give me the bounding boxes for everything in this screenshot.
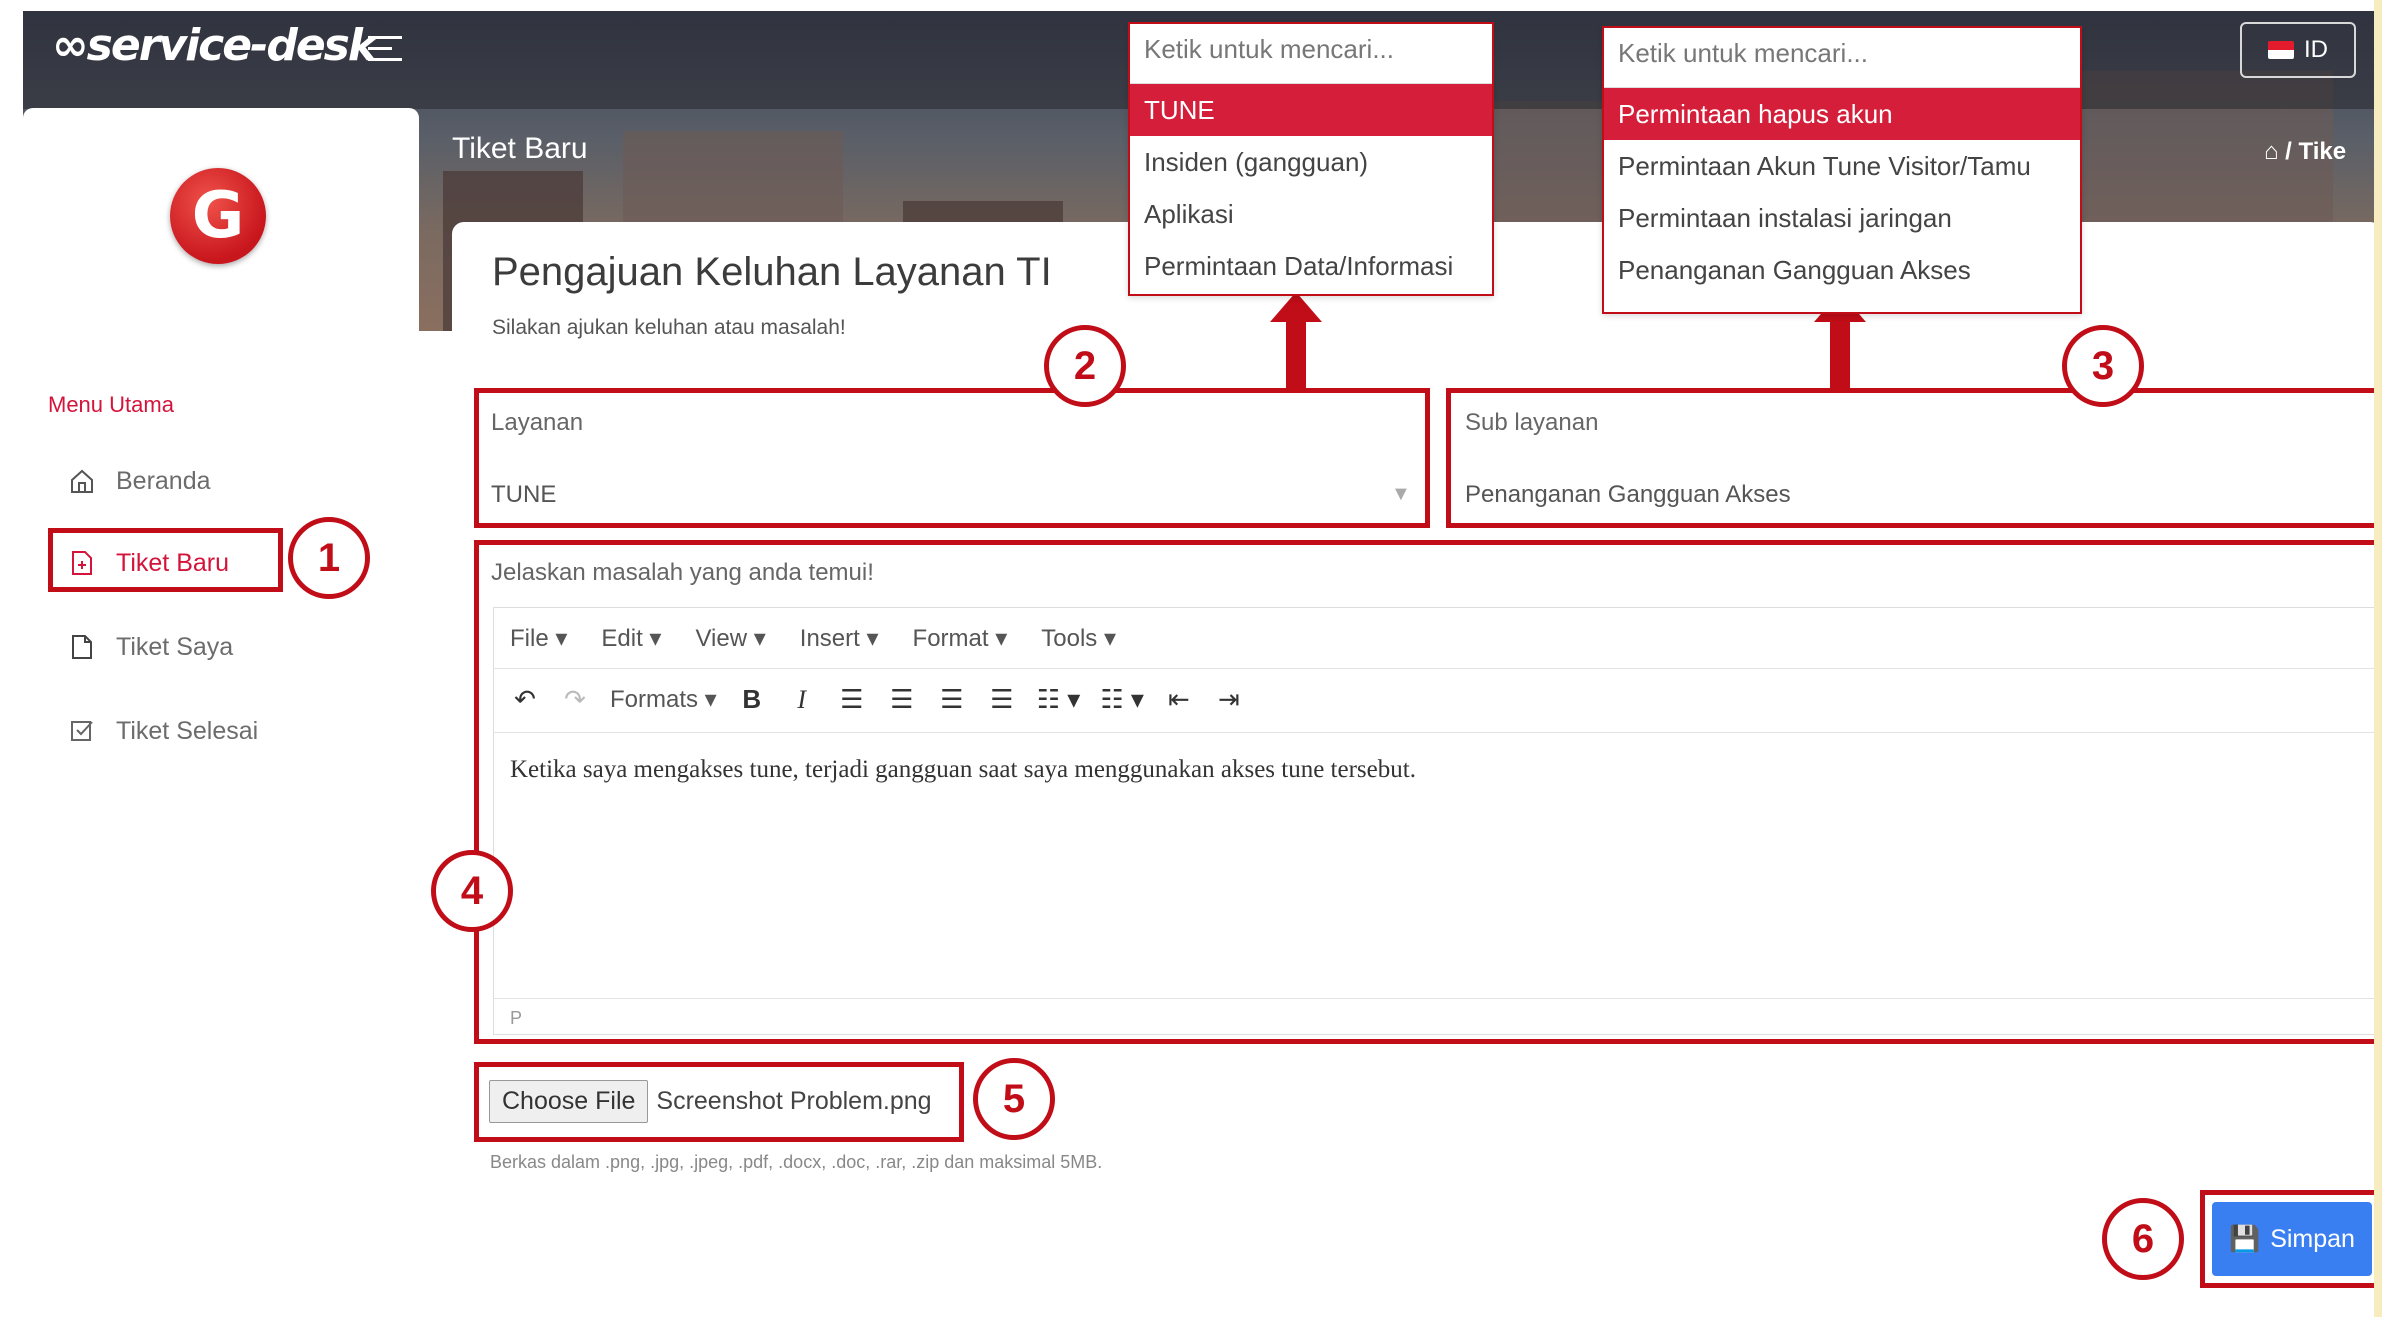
file-name: Screenshot Problem.png — [656, 1087, 932, 1115]
align-justify-icon[interactable]: ☰ — [987, 684, 1017, 715]
menu-file[interactable]: File ▾ — [510, 624, 567, 653]
indent-icon[interactable]: ⇥ — [1214, 684, 1244, 715]
dropdown-option[interactable]: Aplikasi — [1130, 188, 1492, 240]
sub-layanan-search-input[interactable]: Ketik untuk mencari... — [1604, 28, 2080, 88]
rich-text-editor: File ▾ Edit ▾ View ▾ Insert ▾ Format ▾ T… — [493, 607, 2382, 1035]
numbered-list-icon[interactable]: ☷ ▾ — [1100, 684, 1144, 715]
file-input[interactable]: Choose File Screenshot Problem.png — [489, 1080, 932, 1123]
callout-5: 5 — [973, 1058, 1055, 1140]
chevron-down-icon[interactable]: ▼ — [1391, 483, 1411, 506]
italic-icon[interactable]: I — [787, 685, 817, 715]
layanan-label: Layanan — [491, 409, 584, 436]
layanan-search-input[interactable]: Ketik untuk mencari... — [1130, 24, 1492, 84]
file-hint: Berkas dalam .png, .jpg, .jpeg, .pdf, .d… — [490, 1152, 1103, 1172]
menu-edit[interactable]: Edit ▾ — [601, 624, 661, 653]
page-edge — [2374, 0, 2382, 1317]
form-subtitle: Silakan ajukan keluhan atau masalah! — [492, 316, 846, 339]
file-icon — [72, 635, 92, 659]
avatar: G — [170, 168, 266, 264]
editor-menubar: File ▾ Edit ▾ View ▾ Insert ▾ Format ▾ T… — [510, 624, 1116, 653]
file-input-field: Choose File Screenshot Problem.png — [474, 1062, 964, 1142]
sub-layanan-field[interactable]: Sub layanan Penanganan Gangguan Akses — [1446, 388, 2382, 528]
breadcrumb[interactable]: ⌂ / Tike — [2264, 138, 2346, 166]
save-button[interactable]: 💾 Simpan — [2212, 1202, 2372, 1276]
editor-toolbar: ↶ ↷ Formats ▾ B I ☰ ☰ ☰ ☰ ☷ ▾ ☷ ▾ ⇤ ⇥ — [510, 684, 1244, 715]
page-title: Tiket Baru — [452, 132, 588, 165]
menu-format[interactable]: Format ▾ — [913, 624, 1008, 653]
align-center-icon[interactable]: ☰ — [887, 684, 917, 715]
sidebar-item-tiket-saya[interactable]: Tiket Saya — [70, 627, 233, 667]
dropdown-option[interactable]: Permintaan hapus akun — [1604, 88, 2080, 140]
sub-layanan-label: Sub layanan — [1465, 409, 1599, 436]
menu-view[interactable]: View ▾ — [695, 624, 765, 653]
sub-layanan-select-value[interactable]: Penanganan Gangguan Akses — [1465, 481, 1791, 509]
dropdown-option[interactable]: Insiden (gangguan) — [1130, 136, 1492, 188]
annotation-arrow-2 — [1286, 320, 1306, 390]
editor-content[interactable]: Ketika saya mengakses tune, terjadi gang… — [510, 756, 1416, 784]
sub-layanan-dropdown: Ketik untuk mencari... Permintaan hapus … — [1602, 26, 2082, 314]
home-icon — [71, 469, 93, 493]
align-right-icon[interactable]: ☰ — [937, 684, 967, 715]
layanan-select-value[interactable]: TUNE — [491, 481, 556, 509]
indonesia-flag-icon — [2268, 41, 2294, 59]
menu-insert[interactable]: Insert ▾ — [800, 624, 879, 653]
menu-tools[interactable]: Tools ▾ — [1041, 624, 1116, 653]
undo-icon[interactable]: ↶ — [510, 684, 540, 715]
checked-box-icon — [71, 721, 93, 741]
dropdown-option[interactable]: Permintaan Data/Informasi — [1130, 240, 1492, 292]
floppy-disk-icon: 💾 — [2229, 1224, 2261, 1253]
infinity-icon: ∞ — [52, 20, 89, 71]
menu-section-label: Menu Utama — [48, 392, 174, 417]
callout-6: 6 — [2102, 1198, 2184, 1280]
dropdown-option[interactable]: TUNE — [1130, 84, 1492, 136]
annotation-arrow-3 — [1830, 320, 1850, 390]
app-logo[interactable]: ∞service-desk — [52, 20, 377, 71]
sidebar-item-beranda[interactable]: Beranda — [70, 461, 211, 501]
menu-toggle-icon[interactable] — [368, 36, 402, 66]
description-label: Jelaskan masalah yang anda temui! — [491, 559, 874, 586]
annotation-arrow-2-head — [1270, 292, 1322, 322]
sidebar-item-tiket-selesai[interactable]: Tiket Selesai — [70, 711, 258, 751]
dropdown-option[interactable]: Penanganan Gangguan Akses — [1604, 244, 2080, 296]
form-title: Pengajuan Keluhan Layanan TI — [492, 250, 1052, 294]
callout-4: 4 — [431, 850, 513, 932]
outdent-icon[interactable]: ⇤ — [1164, 684, 1194, 715]
callout-1: 1 — [288, 517, 370, 599]
align-left-icon[interactable]: ☰ — [837, 684, 867, 715]
dropdown-option[interactable]: Permintaan instalasi jaringan — [1604, 192, 2080, 244]
description-field: Jelaskan masalah yang anda temui! File ▾… — [474, 540, 2382, 1044]
editor-statusbar: P — [510, 1008, 523, 1028]
language-button[interactable]: ID — [2240, 22, 2356, 78]
callout-3: 3 — [2062, 325, 2144, 407]
layanan-field[interactable]: Layanan TUNE ▼ — [474, 388, 1430, 528]
annotation-box-1 — [48, 528, 283, 592]
bold-icon[interactable]: B — [737, 684, 767, 715]
redo-icon[interactable]: ↷ — [560, 684, 590, 715]
bullet-list-icon[interactable]: ☷ ▾ — [1037, 684, 1081, 715]
choose-file-button[interactable]: Choose File — [489, 1080, 649, 1123]
dropdown-option[interactable]: Permintaan Akun Tune Visitor/Tamu — [1604, 140, 2080, 192]
callout-2: 2 — [1044, 325, 1126, 407]
formats-dropdown[interactable]: Formats ▾ — [610, 685, 717, 714]
layanan-dropdown: Ketik untuk mencari... TUNE Insiden (gan… — [1128, 22, 1494, 296]
